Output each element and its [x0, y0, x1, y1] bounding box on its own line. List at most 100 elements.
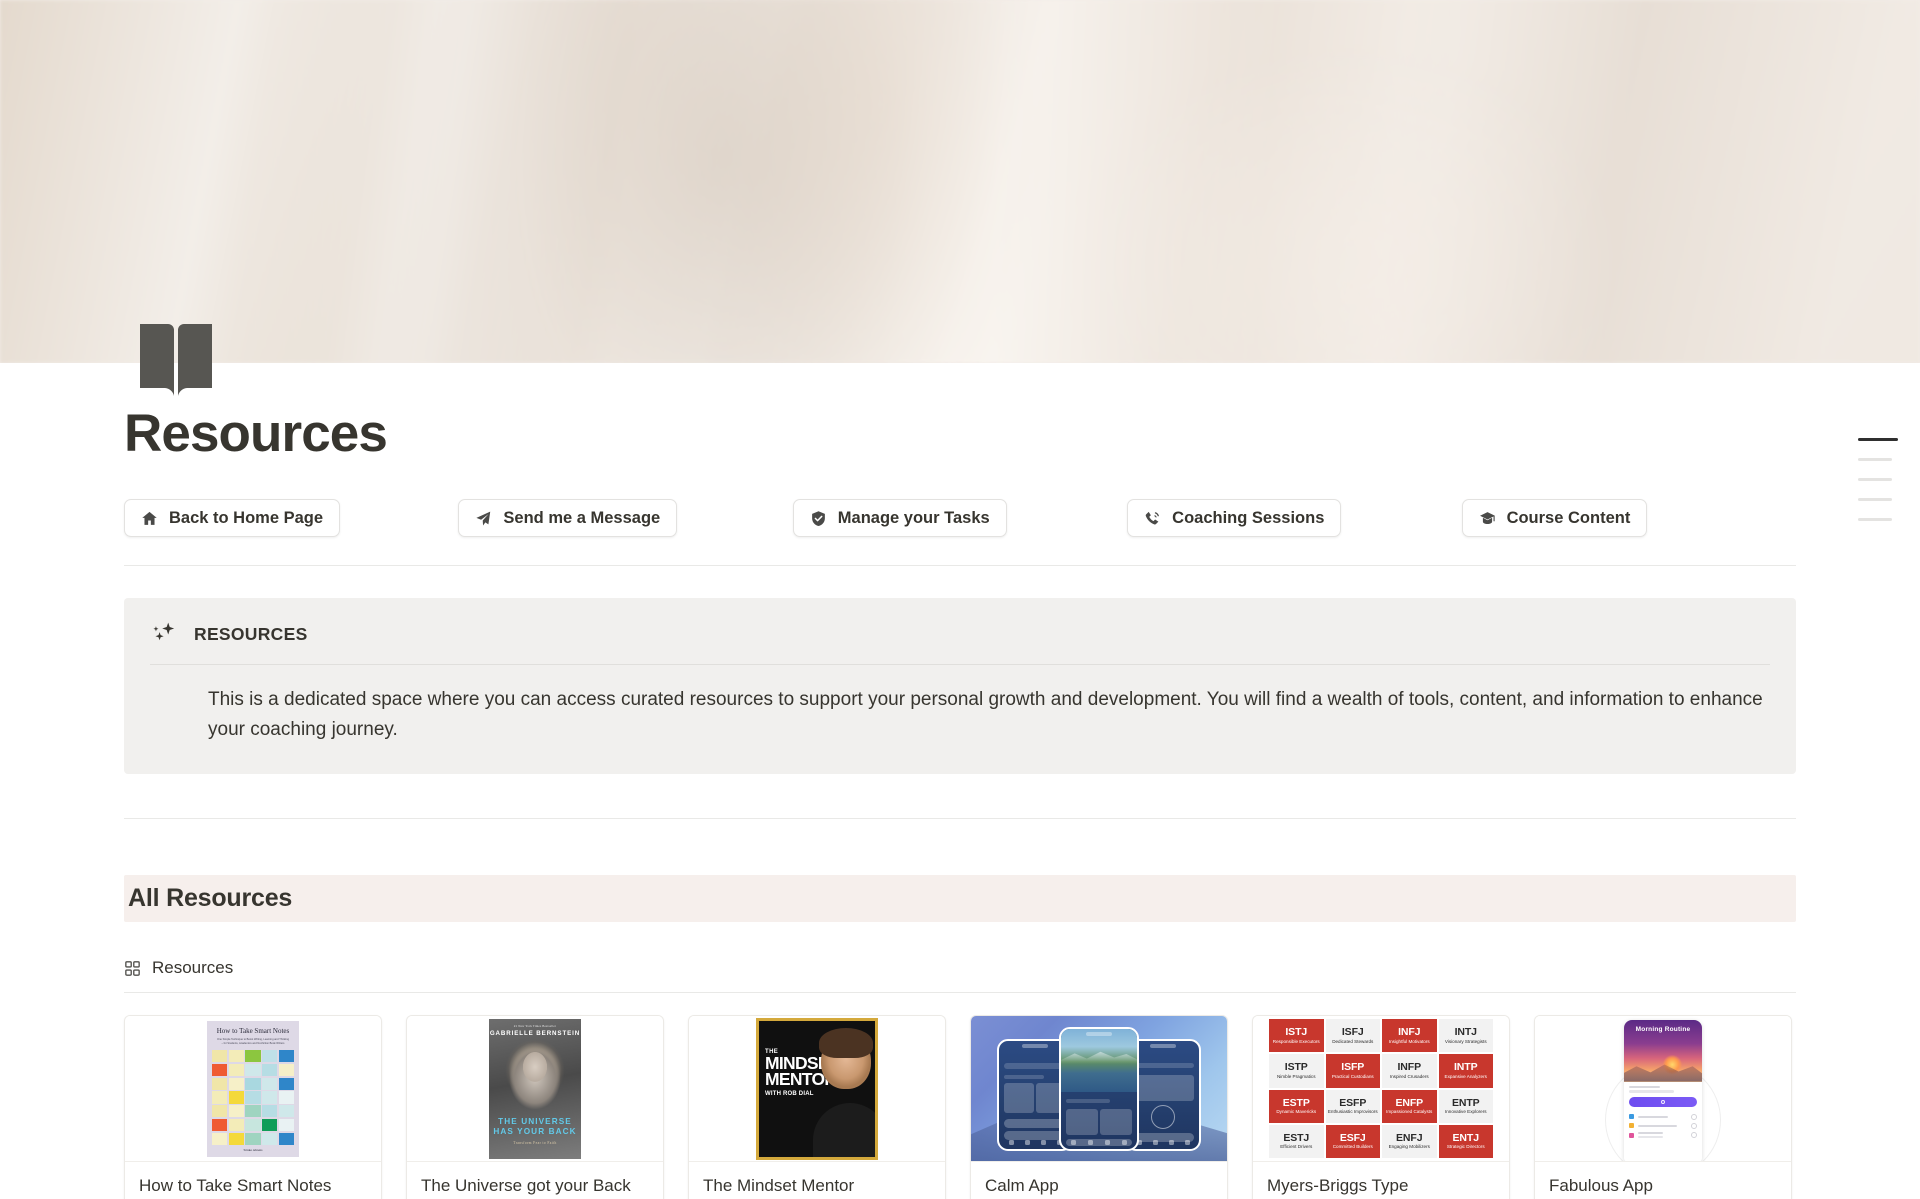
card-cover: Morning Routine	[1535, 1016, 1791, 1163]
photo-body	[812, 1102, 875, 1157]
mbti-type-grid: ISTJ Responsible Executors ISFJ Dedicated S…	[1253, 1016, 1509, 1162]
hero-background-image	[0, 0, 1920, 363]
mbti-code: INTP	[1453, 1061, 1478, 1074]
toc-bar[interactable]	[1858, 518, 1892, 521]
mbti-cell: ENTP Innovative Explorers	[1438, 1089, 1493, 1123]
cover-host-photo	[812, 1021, 875, 1157]
routine-item	[1624, 1111, 1702, 1120]
callout-body-text: This is a dedicated space where you can …	[208, 689, 1763, 740]
card-body: The Mindset Mentor Business Personal Gro…	[689, 1162, 945, 1199]
mbti-descriptor: Efficient Drivers	[1280, 1144, 1313, 1150]
resource-card[interactable]: #1 New York Times Bestseller GABRIELLE B…	[406, 1015, 664, 1199]
phone-mockup: Morning Routine	[1624, 1019, 1702, 1162]
mbti-cell: ISFP Practical Custodians	[1325, 1054, 1380, 1088]
resource-card[interactable]: Calm App Self Care	[970, 1015, 1228, 1199]
mbti-code: INFP	[1397, 1061, 1422, 1074]
card-body: Fabulous App Productivity	[1535, 1162, 1791, 1199]
section-divider	[124, 818, 1796, 820]
mbti-descriptor: Dynamic Mavericks	[1276, 1109, 1317, 1115]
page-title: Resources	[124, 404, 388, 463]
paper-plane-icon	[476, 511, 491, 526]
open-book-icon	[140, 324, 212, 396]
mbti-code: ISTP	[1284, 1061, 1308, 1074]
home-icon	[142, 511, 157, 525]
mbti-descriptor: Insightful Motivators	[1388, 1038, 1430, 1044]
cover-title-line-2: HAS YOUR BACK	[493, 1126, 577, 1136]
card-body: Calm App Self Care	[971, 1162, 1227, 1199]
mbti-cell: ISTJ Responsible Executors	[1269, 1019, 1324, 1053]
resource-card[interactable]: THE MINDSET MENTOR WITH ROB DIAL The Min…	[688, 1015, 946, 1199]
mbti-cell: ESFJ Committed Builders	[1325, 1124, 1380, 1159]
nav-button-label: Send me a Message	[503, 508, 661, 527]
mbti-descriptor: Visionary Strategists	[1444, 1038, 1487, 1044]
mbti-cell: ESFP Enthusiastic Improvisors	[1325, 1089, 1380, 1123]
app-screenshot-fabulous: Morning Routine	[1535, 1016, 1791, 1162]
toc-bar[interactable]	[1858, 478, 1892, 481]
cover-title: How to Take Smart Notes	[216, 1026, 290, 1035]
mbti-cell: ISTP Nimble Pragmatics	[1269, 1054, 1324, 1088]
nav-button-manage-your-tasks[interactable]: Manage your Tasks	[792, 499, 1007, 538]
section-heading: All Resources	[128, 884, 293, 913]
cover-portrait-face	[502, 1040, 568, 1113]
mbti-descriptor: Expansive Analyzers	[1444, 1073, 1487, 1079]
launch-button	[1629, 1096, 1697, 1107]
mbti-descriptor: Committed Builders	[1332, 1144, 1373, 1150]
cover-bestseller-line: #1 New York Times Bestseller	[513, 1023, 557, 1028]
mbti-descriptor: Impassioned Catalysts	[1386, 1109, 1433, 1115]
mbti-code: INFJ	[1398, 1026, 1421, 1039]
nav-button-back-to-home-page[interactable]: Back to Home Page	[124, 499, 341, 538]
mbti-descriptor: Engaging Mobilizers	[1388, 1144, 1430, 1150]
mbti-code: ESTP	[1282, 1096, 1310, 1109]
card-cover	[971, 1016, 1227, 1163]
app-screenshot-calm	[971, 1016, 1227, 1162]
mbti-code: ISFJ	[1341, 1026, 1364, 1039]
mbti-descriptor: Practical Custodians	[1331, 1073, 1374, 1079]
hero-banner	[0, 0, 1920, 363]
book-cover-smart-notes: How to Take Smart Notes One Simple Techn…	[207, 1020, 299, 1157]
mbti-cell: INTJ Visionary Strategists	[1438, 1019, 1493, 1053]
callout-header: RESOURCES	[150, 620, 1770, 666]
graduation-cap-icon	[1479, 511, 1495, 524]
mbti-code: ENTJ	[1452, 1131, 1480, 1144]
toc-bar[interactable]	[1858, 498, 1892, 501]
mbti-cell: INFP Inspired Crusaders	[1382, 1054, 1437, 1088]
mbti-cell: ENFJ Engaging Mobilizers	[1382, 1124, 1437, 1159]
card-title: How to Take Smart Notes	[139, 1176, 332, 1196]
mbti-code: ENTP	[1451, 1096, 1480, 1109]
toc-bar[interactable]	[1858, 458, 1892, 461]
mbti-cell: ESTJ Efficient Drivers	[1269, 1124, 1324, 1159]
routine-item	[1624, 1120, 1702, 1129]
podcast-cover-mindset-mentor: THE MINDSET MENTOR WITH ROB DIAL	[756, 1017, 878, 1160]
toc-bar[interactable]	[1858, 438, 1898, 441]
nav-button-label: Coaching Sessions	[1172, 508, 1325, 527]
database-header[interactable]: Resources	[124, 958, 1796, 994]
mbti-descriptor: Innovative Explorers	[1444, 1109, 1487, 1115]
card-cover: How to Take Smart Notes One Simple Techn…	[125, 1016, 381, 1163]
routine-item	[1624, 1129, 1702, 1139]
nav-button-course-content[interactable]: Course Content	[1461, 499, 1648, 538]
nav-button-label: Manage your Tasks	[837, 508, 990, 527]
table-of-contents-indicator[interactable]	[1858, 438, 1898, 521]
resource-card[interactable]: ISTJ Responsible Executors ISFJ Dedicated S…	[1252, 1015, 1510, 1199]
nav-button-coaching-sessions[interactable]: Coaching Sessions	[1127, 499, 1342, 538]
cover-color-grid	[212, 1050, 294, 1145]
mbti-descriptor: Inspired Crusaders	[1389, 1073, 1429, 1079]
routine-heading: Morning Routine	[1635, 1025, 1691, 1033]
mbti-code: ENFP	[1395, 1096, 1424, 1109]
mbti-descriptor: Strategic Directors	[1446, 1144, 1485, 1150]
page-content: Resources Back to Home Page Send me a Me…	[0, 404, 1920, 1199]
nav-button-send-me-a-message[interactable]: Send me a Message	[458, 499, 678, 538]
card-cover: #1 New York Times Bestseller GABRIELLE B…	[407, 1016, 663, 1163]
resource-card[interactable]: How to Take Smart Notes One Simple Techn…	[124, 1015, 382, 1199]
callout-title: RESOURCES	[194, 623, 308, 644]
phone-mockup-center	[1059, 1027, 1139, 1152]
database-label: Resources	[152, 958, 234, 978]
resource-card[interactable]: Morning Routine Fabulous App	[1534, 1015, 1792, 1199]
mbti-code: ENFJ	[1396, 1131, 1423, 1144]
gallery-grid-icon	[125, 960, 140, 976]
card-body: How to Take Smart Notes Productivity	[125, 1162, 381, 1199]
mbti-cell: ESTP Dynamic Mavericks	[1269, 1089, 1324, 1123]
mbti-descriptor: Nimble Pragmatics	[1276, 1073, 1316, 1079]
mbti-code: ISFP	[1341, 1061, 1365, 1074]
card-cover: THE MINDSET MENTOR WITH ROB DIAL	[689, 1016, 945, 1163]
